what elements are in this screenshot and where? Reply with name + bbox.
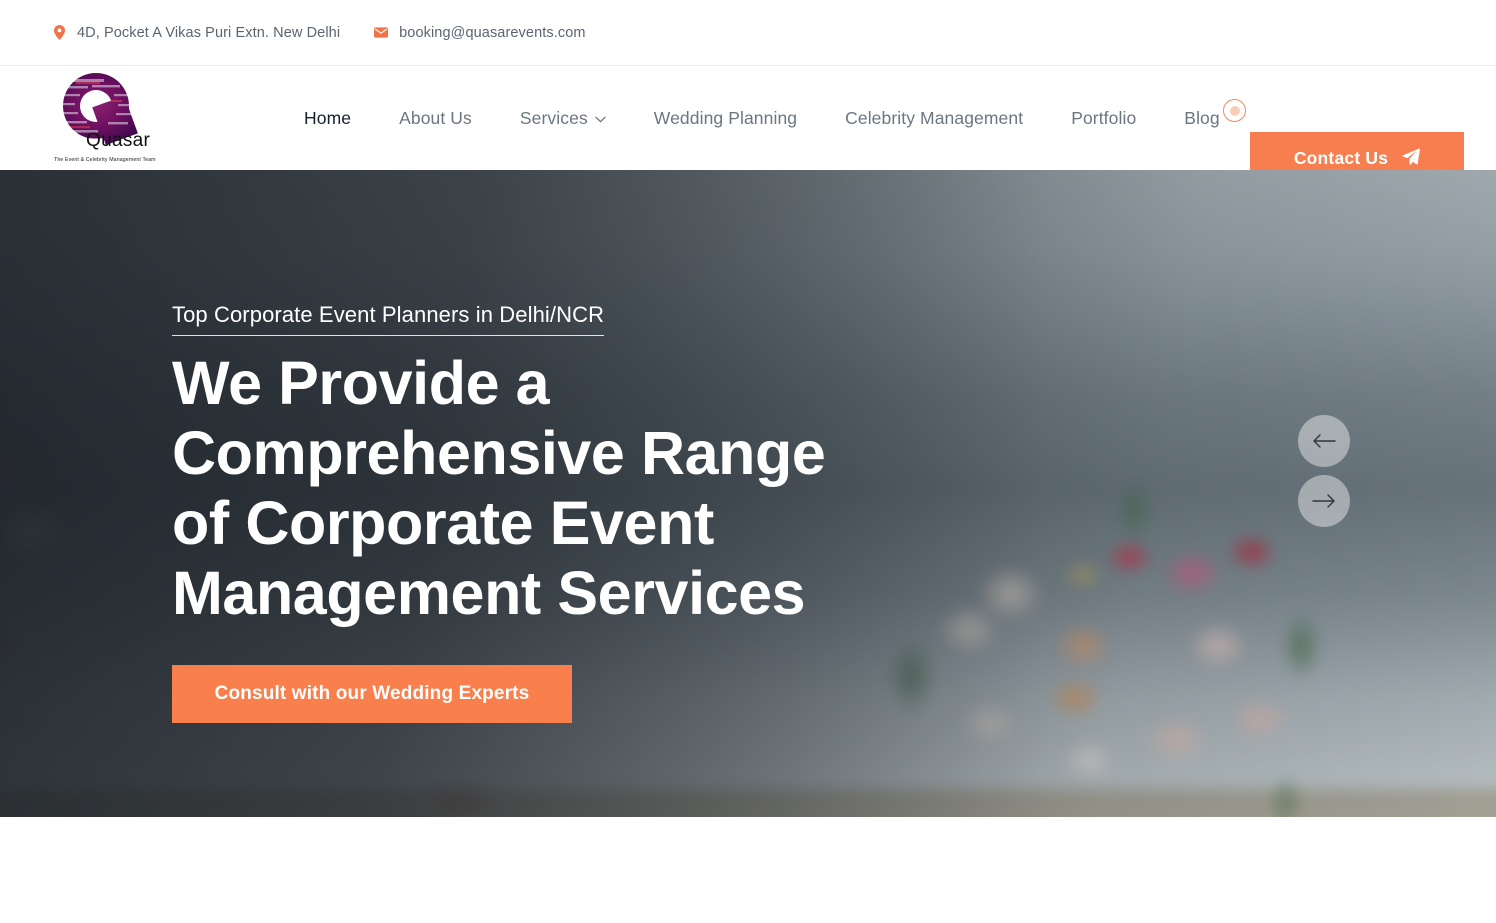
below-hero-white-space: [0, 817, 1496, 923]
address-item[interactable]: 4D, Pocket A Vikas Puri Extn. New Delhi: [52, 25, 340, 41]
hero-headline: We Provide a Comprehensive Range of Corp…: [172, 348, 872, 628]
hero-headline-line-1: We Provide a: [172, 349, 550, 417]
decorative-circle-badge: [1223, 99, 1246, 122]
address-text: 4D, Pocket A Vikas Puri Extn. New Delhi: [77, 24, 341, 41]
hero-slider-controls: [1298, 415, 1350, 527]
email-text: booking@quasarevents.com: [399, 24, 586, 41]
slider-next-button[interactable]: [1298, 475, 1350, 527]
slider-prev-button[interactable]: [1298, 415, 1350, 467]
nav-item-portfolio[interactable]: Portfolio: [1047, 108, 1160, 129]
page-root: 4D, Pocket A Vikas Puri Extn. New Delhi …: [0, 0, 1496, 923]
chevron-down-icon: [595, 116, 606, 123]
hero-content: Top Corporate Event Planners in Delhi/NC…: [172, 170, 992, 817]
nav-label: Services: [519, 107, 588, 128]
brand-tagline: The Event & Celebrity Management Team: [54, 157, 156, 163]
envelope-icon: [374, 25, 389, 41]
consult-experts-button[interactable]: Consult with our Wedding Experts: [172, 665, 572, 723]
hero-eyebrow: Top Corporate Event Planners in Delhi/NC…: [172, 302, 605, 336]
main-navigation: Home About Us Services Wedding Planning …: [280, 107, 1244, 137]
map-pin-icon: [52, 25, 66, 41]
nav-item-home[interactable]: Home: [280, 107, 375, 137]
contact-us-label: Contact Us: [1293, 148, 1389, 168]
site-header: Quasar The Event & Celebrity Management …: [0, 66, 1496, 185]
top-info-bar: 4D, Pocket A Vikas Puri Extn. New Delhi …: [0, 0, 1496, 66]
nav-item-about-us[interactable]: About Us: [375, 108, 496, 129]
nav-label: Celebrity Management: [845, 107, 1024, 128]
arrow-right-icon: [1312, 494, 1336, 508]
nav-label: Home: [304, 107, 352, 128]
nav-item-services[interactable]: Services: [496, 108, 630, 129]
nav-label: Portfolio: [1071, 107, 1137, 128]
hero-headline-line-2: Comprehensive Range: [172, 419, 826, 487]
nav-label: Blog: [1184, 107, 1220, 128]
nav-item-celebrity-management[interactable]: Celebrity Management: [821, 108, 1047, 129]
arrow-left-icon: [1312, 434, 1336, 448]
nav-label: About Us: [399, 107, 472, 128]
hero-headline-line-4: Management Services: [172, 559, 806, 627]
brand-name: Quasar: [86, 130, 151, 151]
email-item[interactable]: booking@quasarevents.com: [374, 25, 585, 41]
nav-label: Wedding Planning: [653, 107, 798, 128]
nav-item-wedding-planning[interactable]: Wedding Planning: [630, 108, 821, 129]
paper-plane-icon: [1402, 147, 1421, 170]
logo-link[interactable]: Quasar The Event & Celebrity Management …: [52, 70, 158, 166]
hero-slider: Top Corporate Event Planners in Delhi/NC…: [0, 170, 1496, 817]
hero-headline-line-3: of Corporate Event: [172, 489, 714, 557]
